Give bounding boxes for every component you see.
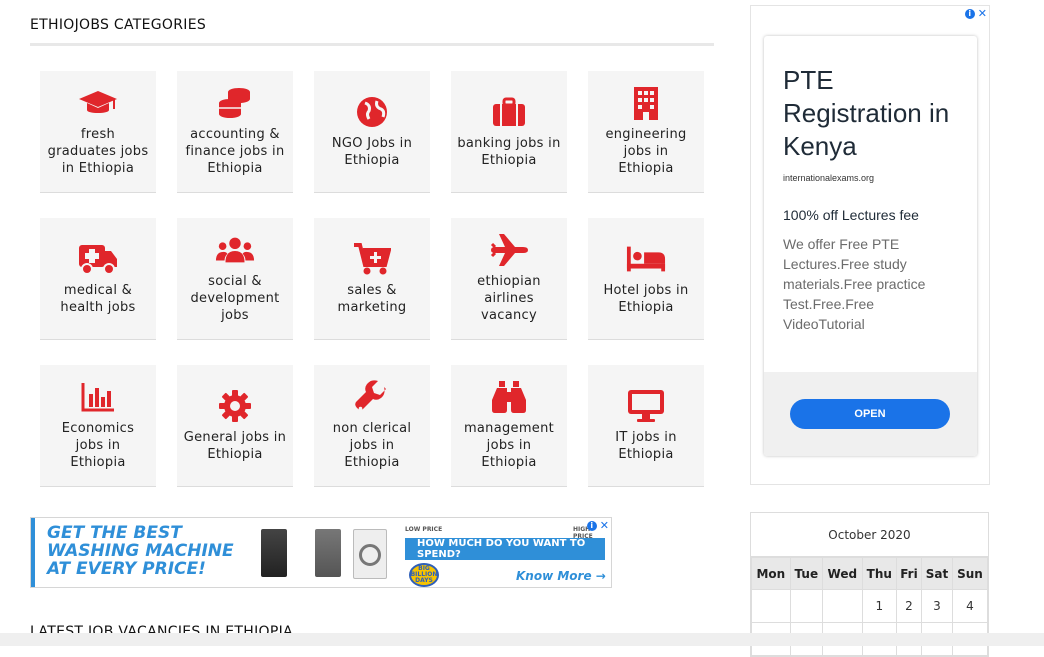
ad-subheading: 100% off Lectures fee	[783, 207, 919, 223]
close-icon[interactable]: ✕	[600, 519, 609, 532]
category-label[interactable]: NGO Jobs in Ethiopia	[314, 135, 430, 169]
ambulance-icon	[78, 242, 118, 276]
calendar-day	[789, 589, 823, 623]
calendar-day[interactable]: 1	[861, 589, 898, 623]
graduation-cap-icon	[78, 86, 118, 120]
ad-open-button[interactable]: OPEN	[790, 399, 950, 429]
horizontal-scrollbar[interactable]	[0, 633, 1044, 646]
sale-badge: BIG BILLION DAYS	[409, 563, 439, 587]
category-card[interactable]: General jobs in Ethiopia	[177, 365, 293, 487]
category-card[interactable]: banking jobs in Ethiopia	[451, 71, 567, 193]
know-more-label: Know More	[516, 569, 592, 583]
category-card[interactable]: ethiopian airlines vacancy	[451, 218, 567, 340]
calendar-day-header: Wed	[821, 557, 863, 590]
section-title: ETHIOJOBS CATEGORIES	[30, 17, 714, 46]
cart-plus-icon	[352, 242, 392, 276]
ad-card[interactable]: PTE Registration in Kenya internationale…	[764, 36, 977, 456]
category-label[interactable]: Hotel jobs in Ethiopia	[588, 282, 704, 316]
globe-icon	[352, 95, 392, 129]
ad-headline[interactable]: PTE Registration in Kenya	[783, 64, 963, 163]
category-card[interactable]: fresh graduates jobs in Ethiopia	[40, 71, 156, 193]
calendar-day-header: Thu	[861, 557, 898, 590]
info-icon[interactable]: i	[964, 8, 975, 19]
sidebar-ad[interactable]: i ✕ PTE Registration in Kenya internatio…	[750, 5, 990, 485]
calendar-day	[821, 589, 863, 623]
calendar-day-header: Sun	[951, 557, 989, 590]
washing-machine-image	[315, 529, 341, 577]
category-label[interactable]: non clerical jobs in Ethiopia	[314, 420, 430, 471]
category-label[interactable]: management jobs in Ethiopia	[451, 420, 567, 471]
wrench-icon	[352, 380, 392, 414]
category-label[interactable]: accounting & finance jobs in Ethiopia	[177, 126, 293, 177]
washing-machine-image	[353, 529, 387, 579]
category-card[interactable]: sales & marketing	[314, 218, 430, 340]
ad-body: We offer Free PTE Lectures.Free study ma…	[783, 236, 926, 332]
category-label[interactable]: medical & health jobs	[40, 282, 156, 316]
calendar-header-row: Mon Tue Wed Thu Fri Sat Sun	[751, 557, 989, 590]
ad-choices[interactable]: i ✕	[586, 519, 609, 532]
category-card[interactable]: Hotel jobs in Ethiopia	[588, 218, 704, 340]
coins-icon	[215, 86, 255, 120]
binoculars-icon	[489, 380, 529, 414]
users-icon	[215, 233, 255, 267]
info-icon[interactable]: i	[586, 520, 597, 531]
briefcase-icon	[489, 95, 529, 129]
category-label[interactable]: IT jobs in Ethiopia	[588, 429, 704, 463]
category-card[interactable]: NGO Jobs in Ethiopia	[314, 71, 430, 193]
calendar-day[interactable]: 2	[896, 589, 922, 623]
banner-accent-bar	[31, 518, 35, 587]
category-card[interactable]: management jobs in Ethiopia	[451, 365, 567, 487]
plane-icon	[489, 233, 529, 267]
category-label[interactable]: banking jobs in Ethiopia	[451, 135, 567, 169]
arrow-right-icon: →	[595, 569, 606, 583]
calendar-day-header: Mon	[751, 557, 791, 590]
category-card[interactable]: medical & health jobs	[40, 218, 156, 340]
building-icon	[626, 86, 666, 120]
banner-question: HOW MUCH DO YOU WANT TO SPEND?	[405, 538, 605, 560]
ad-footer: OPEN	[764, 372, 977, 456]
category-card[interactable]: non clerical jobs in Ethiopia	[314, 365, 430, 487]
banner-headline[interactable]: GET THE BEST WASHING MACHINE AT EVERY PR…	[47, 524, 257, 578]
category-label[interactable]: Economics jobs in Ethiopia	[40, 420, 156, 471]
category-label[interactable]: ethiopian airlines vacancy	[451, 273, 567, 324]
know-more-link[interactable]: Know More →	[516, 569, 606, 583]
calendar-day[interactable]: 3	[920, 589, 953, 623]
category-label[interactable]: engineering jobs in Ethiopia	[588, 126, 704, 177]
desktop-icon	[626, 389, 666, 423]
category-label[interactable]: General jobs in Ethiopia	[177, 429, 293, 463]
bar-chart-icon	[78, 380, 118, 414]
low-price-label: LOW PRICE	[405, 526, 443, 533]
category-label[interactable]: fresh graduates jobs in Ethiopia	[40, 126, 156, 177]
calendar-day	[751, 589, 791, 623]
category-card[interactable]: Economics jobs in Ethiopia	[40, 365, 156, 487]
category-card[interactable]: IT jobs in Ethiopia	[588, 365, 704, 487]
banner-ad[interactable]: GET THE BEST WASHING MACHINE AT EVERY PR…	[30, 517, 612, 588]
ad-choices[interactable]: i ✕	[964, 7, 987, 20]
calendar-day-header: Sat	[920, 557, 953, 590]
calendar-day-header: Tue	[789, 557, 823, 590]
category-label[interactable]: sales & marketing	[314, 282, 430, 316]
close-icon[interactable]: ✕	[978, 7, 987, 20]
calendar-week-row: 1234	[751, 589, 989, 623]
calendar-day[interactable]: 4	[951, 589, 989, 623]
category-card[interactable]: engineering jobs in Ethiopia	[588, 71, 704, 193]
bed-icon	[626, 242, 666, 276]
category-card[interactable]: social & development jobs	[177, 218, 293, 340]
cog-icon	[215, 389, 255, 423]
category-label[interactable]: social & development jobs	[177, 273, 293, 324]
washing-machine-image	[261, 529, 287, 577]
calendar-caption: October 2020	[751, 513, 988, 557]
calendar-day-header: Fri	[896, 557, 922, 590]
ad-domain: internationalexams.org	[783, 173, 875, 183]
category-card[interactable]: accounting & finance jobs in Ethiopia	[177, 71, 293, 193]
